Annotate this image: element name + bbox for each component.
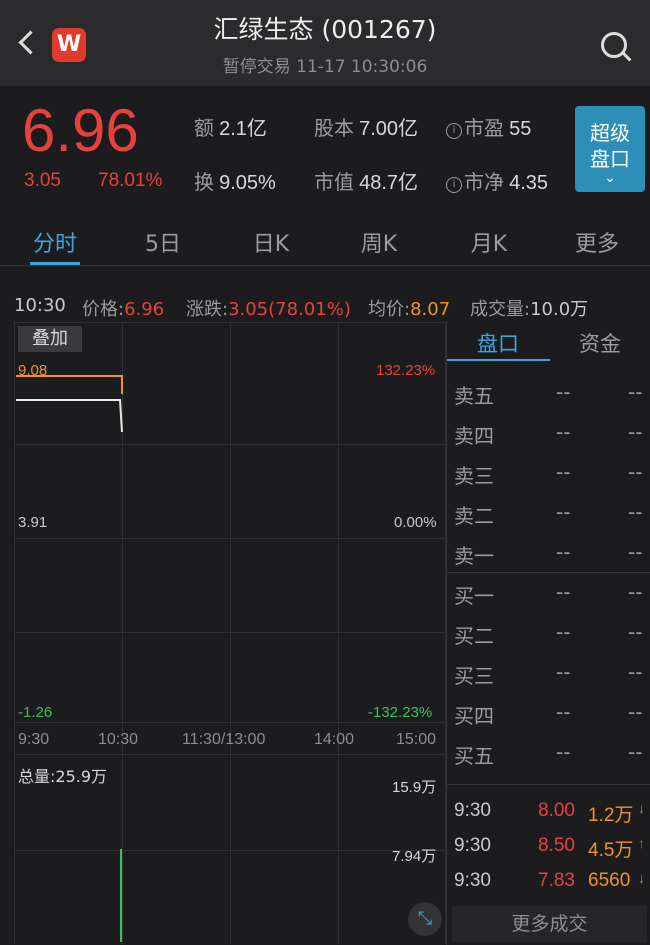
chevron-down-icon: ⌄ — [604, 170, 616, 186]
time-tick: 9:30 — [18, 731, 50, 748]
info-icon: i — [446, 122, 462, 139]
order-book-row: 卖三 -- -- — [454, 460, 643, 488]
trading-status: 暂停交易 11-17 10:30:06 — [222, 57, 428, 77]
tab-5day[interactable]: 5日 — [128, 226, 198, 258]
pe-ratio[interactable]: i 市盈 55 — [446, 112, 531, 141]
order-book-row: 卖四 -- -- — [454, 420, 643, 448]
time-tick: 14:00 — [314, 731, 355, 748]
price-change: 3.05 — [24, 170, 61, 191]
expand-icon[interactable]: ⤡ — [408, 902, 442, 936]
divider — [446, 322, 447, 945]
order-book-row: 卖二 -- -- — [454, 500, 643, 528]
tab-more[interactable]: 更多 — [562, 226, 632, 258]
pb-ratio[interactable]: i 市净 4.35 — [446, 166, 548, 195]
arrow-down-icon: ↓ — [638, 800, 645, 816]
order-book-row: 买五 -- -- — [454, 740, 643, 768]
super-order-book-button[interactable]: 超级 盘口 ⌄ — [575, 106, 645, 192]
stat-volume: 成交量:10.0万 — [470, 299, 589, 320]
stat-change: 涨跌:3.05(78.01%) — [186, 299, 351, 320]
order-book-row: 卖一 -- -- — [454, 540, 643, 568]
trade-row: 9:30 7.83 6560 ↓ — [454, 870, 645, 891]
stat-average: 均价:8.07 — [368, 299, 451, 320]
order-book-row: 买四 -- -- — [454, 700, 643, 728]
info-icon: i — [446, 176, 462, 193]
tab-monthly-k[interactable]: 月K — [454, 226, 524, 258]
time-tick: 11:30/13:00 — [182, 731, 266, 748]
price-chart-svg — [16, 375, 123, 942]
trade-row: 9:30 8.00 1.2万 ↓ — [454, 800, 645, 826]
tab-intraday[interactable]: 分时 — [20, 226, 90, 258]
pct-axis-bottom: -132.23% — [368, 704, 433, 721]
market-value: 市值 48.7亿 — [314, 170, 419, 194]
y-axis-top: 9.08 — [18, 362, 48, 379]
stock-title: 汇绿生态 (001267) — [213, 15, 437, 44]
price-change-pct: 78.01% — [98, 170, 163, 191]
vol-axis-top: 15.9万 — [392, 779, 437, 796]
stat-price: 价格:6.96 — [82, 299, 165, 320]
price-line — [16, 399, 123, 433]
tab-weekly-k[interactable]: 周K — [344, 226, 414, 258]
search-icon[interactable] — [601, 32, 627, 58]
stat-time: 10:30 — [14, 295, 66, 316]
current-price: 6.96 — [22, 97, 139, 164]
book-tab-indicator — [446, 359, 550, 361]
vol-axis-mid: 7.94万 — [392, 848, 437, 865]
book-tab-funds[interactable]: 资金 — [550, 328, 650, 358]
time-tick: 15:00 — [396, 731, 437, 748]
book-tab-orders[interactable]: 盘口 — [446, 328, 550, 358]
divider — [0, 265, 650, 266]
overlay-button[interactable]: 叠加 — [18, 326, 82, 352]
order-book-row: 买一 -- -- — [454, 580, 643, 608]
order-book-row: 买二 -- -- — [454, 620, 643, 648]
turnover-amount: 额 2.1亿 — [194, 116, 267, 140]
share-capital: 股本 7.00亿 — [314, 116, 419, 140]
y-axis-bottom: -1.26 — [18, 704, 53, 721]
order-book-row: 买三 -- -- — [454, 660, 643, 688]
tab-daily-k[interactable]: 日K — [236, 226, 306, 258]
order-book-row: 卖五 -- -- — [454, 380, 643, 408]
turnover-rate: 换 9.05% — [194, 170, 276, 194]
trade-row: 9:30 8.50 4.5万 ↑ — [454, 835, 645, 861]
pct-axis-top: 132.23% — [376, 362, 436, 379]
pct-axis-mid: 0.00% — [394, 514, 437, 531]
arrow-up-icon: ↑ — [638, 835, 645, 851]
divider — [446, 784, 650, 785]
arrow-down-icon: ↓ — [638, 870, 645, 886]
divider — [446, 572, 650, 573]
y-axis-mid: 3.91 — [18, 514, 48, 531]
time-tick: 10:30 — [98, 731, 139, 748]
total-volume: 总量:25.9万 — [18, 767, 108, 786]
more-trades-button[interactable]: 更多成交 — [452, 906, 647, 942]
